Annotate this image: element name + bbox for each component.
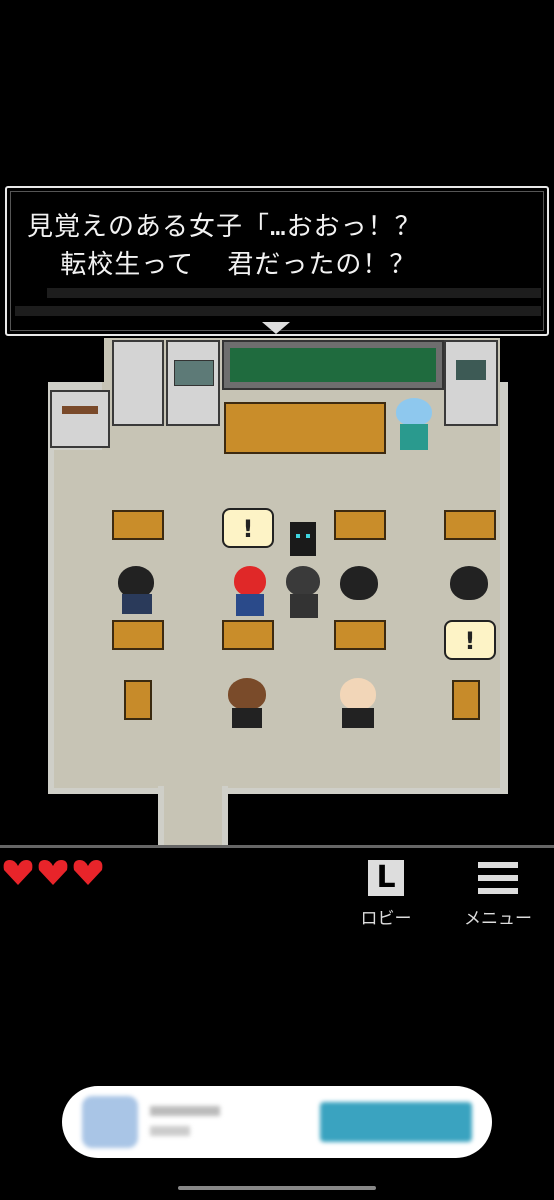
dialog-line-2: 転校生って 君だったの！？ [27, 250, 417, 280]
chalkboard-frame [222, 340, 444, 390]
ad-text-blur [150, 1126, 190, 1136]
lobby-button[interactable]: L ロビー [356, 860, 416, 930]
heart-icon [3, 860, 33, 885]
cabinet [166, 340, 220, 426]
exclamation-bubble: ! [222, 508, 274, 548]
lobby-label: ロビー [360, 909, 412, 929]
ad-thumbnail [82, 1096, 138, 1148]
shelf [50, 390, 110, 448]
red-hair-girl-body [236, 594, 264, 616]
student-body [232, 708, 262, 728]
classroom-map[interactable]: ! ! [48, 338, 508, 846]
red-hair-girl-head [234, 566, 266, 596]
dialog-scanline [15, 306, 541, 316]
student-head [450, 566, 488, 600]
next-arrow-icon[interactable] [262, 322, 290, 334]
room-floor [54, 450, 500, 788]
student-desk [112, 620, 164, 650]
chair [124, 680, 152, 720]
ad-text-blur [150, 1106, 220, 1116]
ad-cta-button[interactable] [320, 1102, 472, 1142]
student-head [228, 678, 266, 710]
menu-icon [478, 860, 518, 896]
dialog-box[interactable]: 見覚えのある女子「…おおっ！？ 転校生って 君だったの！？ [5, 186, 549, 336]
student-head [340, 678, 376, 710]
exclamation-bubble: ! [444, 620, 496, 660]
dialog-scanline [47, 288, 541, 298]
hud-divider [0, 845, 554, 848]
black-cat [290, 522, 316, 556]
teacher-body [400, 424, 428, 450]
menu-label: メニュー [464, 909, 532, 929]
lobby-icon: L [368, 860, 404, 896]
chalkboard [230, 348, 436, 382]
student-head [340, 566, 378, 600]
student-desk [112, 510, 164, 540]
student-desk [444, 510, 496, 540]
heart-icon [38, 860, 68, 885]
teacher-desk [224, 402, 386, 454]
player-head [286, 566, 320, 596]
menu-button[interactable]: メニュー [458, 860, 538, 930]
student-desk [334, 620, 386, 650]
student-desk [222, 620, 274, 650]
home-indicator[interactable] [178, 1186, 376, 1190]
cabinet-right [444, 340, 498, 426]
player-body [290, 594, 318, 618]
dialog-line-1: 見覚えのある女子「…おおっ！？ [27, 212, 422, 242]
student-body [122, 594, 152, 614]
chair [452, 680, 480, 720]
ad-banner[interactable] [62, 1086, 492, 1158]
locker [112, 340, 164, 426]
heart-icon [73, 860, 103, 885]
student-body [342, 708, 374, 728]
teacher-head [396, 398, 432, 426]
wall-gap [48, 338, 104, 382]
doorway-floor [164, 786, 222, 846]
student-desk [334, 510, 386, 540]
